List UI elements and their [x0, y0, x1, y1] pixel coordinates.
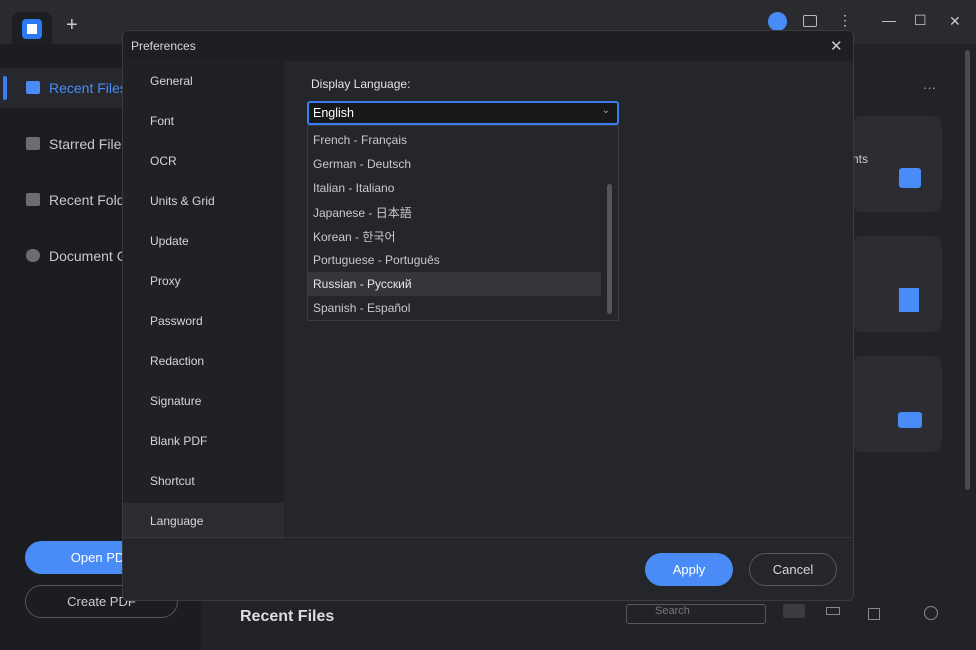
minimize-button[interactable]: —: [882, 12, 896, 28]
language-option[interactable]: Korean - 한국어: [308, 224, 601, 248]
tool-card-compress[interactable]: [852, 236, 942, 332]
nav-item-general[interactable]: General: [123, 63, 284, 99]
nav-item-font[interactable]: Font: [123, 103, 284, 139]
nav-item-blank-pdf[interactable]: Blank PDF: [123, 423, 284, 459]
dialog-header: Preferences ✕: [123, 31, 853, 61]
folder-icon: [26, 193, 40, 206]
main-scrollbar[interactable]: [965, 50, 970, 490]
language-select[interactable]: English ⌄: [307, 101, 619, 125]
card-text: nts: [852, 152, 869, 166]
language-dropdown-list: French - Français German - Deutsch Italian…: [307, 125, 619, 321]
nav-item-units-grid[interactable]: Units & Grid: [123, 183, 284, 219]
list-view-icon[interactable]: [783, 604, 805, 618]
close-dialog-button[interactable]: ✕: [830, 37, 843, 55]
dialog-footer: Apply Cancel: [123, 537, 853, 600]
recent-files-heading: Recent Files: [240, 608, 335, 622]
app-logo-icon: [22, 19, 42, 39]
search-input[interactable]: Search: [626, 604, 766, 624]
cancel-button[interactable]: Cancel: [749, 553, 837, 586]
preferences-nav: General Font OCR Units & Grid Update Proxy Pas…: [123, 61, 284, 539]
nav-item-ocr[interactable]: OCR: [123, 143, 284, 179]
language-option[interactable]: Russian - Русский: [308, 272, 601, 296]
nav-item-update[interactable]: Update: [123, 223, 284, 259]
home-tab[interactable]: [12, 12, 52, 44]
feedback-icon[interactable]: [803, 15, 817, 27]
more-options-icon[interactable]: ···: [923, 80, 936, 95]
nav-item-language[interactable]: Language: [123, 503, 284, 539]
tool-card-scan[interactable]: [852, 356, 942, 452]
refresh-icon[interactable]: [924, 606, 938, 620]
preferences-dialog: Preferences ✕ General Font OCR Units & Grid…: [122, 30, 854, 601]
dialog-title: Preferences: [131, 39, 196, 53]
selected-language: English: [313, 106, 354, 120]
recent-files-icon: [26, 81, 40, 94]
language-option[interactable]: Spanish - Español: [308, 296, 601, 320]
language-option[interactable]: Italian - Italiano: [308, 176, 601, 200]
close-window-button[interactable]: ✕: [949, 13, 961, 30]
nav-item-redaction[interactable]: Redaction: [123, 343, 284, 379]
label: Starred Files: [49, 136, 129, 152]
language-option[interactable]: Japanese - 日本語: [308, 200, 601, 224]
dropdown-scrollbar[interactable]: [607, 184, 612, 314]
display-language-label: Display Language:: [311, 77, 411, 91]
nav-item-shortcut[interactable]: Shortcut: [123, 463, 284, 499]
new-tab-button[interactable]: +: [66, 14, 78, 37]
nav-item-proxy[interactable]: Proxy: [123, 263, 284, 299]
language-option[interactable]: French - Français: [308, 128, 601, 152]
apply-button[interactable]: Apply: [645, 553, 733, 586]
account-avatar-icon[interactable]: [768, 12, 787, 31]
language-option[interactable]: Portuguese - Português: [308, 248, 601, 272]
language-option[interactable]: German - Deutsch: [308, 152, 601, 176]
grid-view-icon[interactable]: [826, 607, 840, 615]
nav-item-password[interactable]: Password: [123, 303, 284, 339]
maximize-button[interactable]: ☐: [914, 12, 927, 29]
chevron-down-icon: ⌄: [601, 105, 610, 116]
compress-icon: [899, 288, 919, 312]
cloud-icon: [26, 249, 40, 262]
scanner-icon: [898, 412, 922, 428]
label: Recent Files: [49, 80, 127, 96]
star-icon: [26, 137, 40, 150]
nav-item-signature[interactable]: Signature: [123, 383, 284, 419]
more-menu-icon[interactable]: ⋮: [838, 12, 852, 29]
ocr-icon: [899, 168, 921, 188]
delete-icon[interactable]: [868, 608, 880, 620]
